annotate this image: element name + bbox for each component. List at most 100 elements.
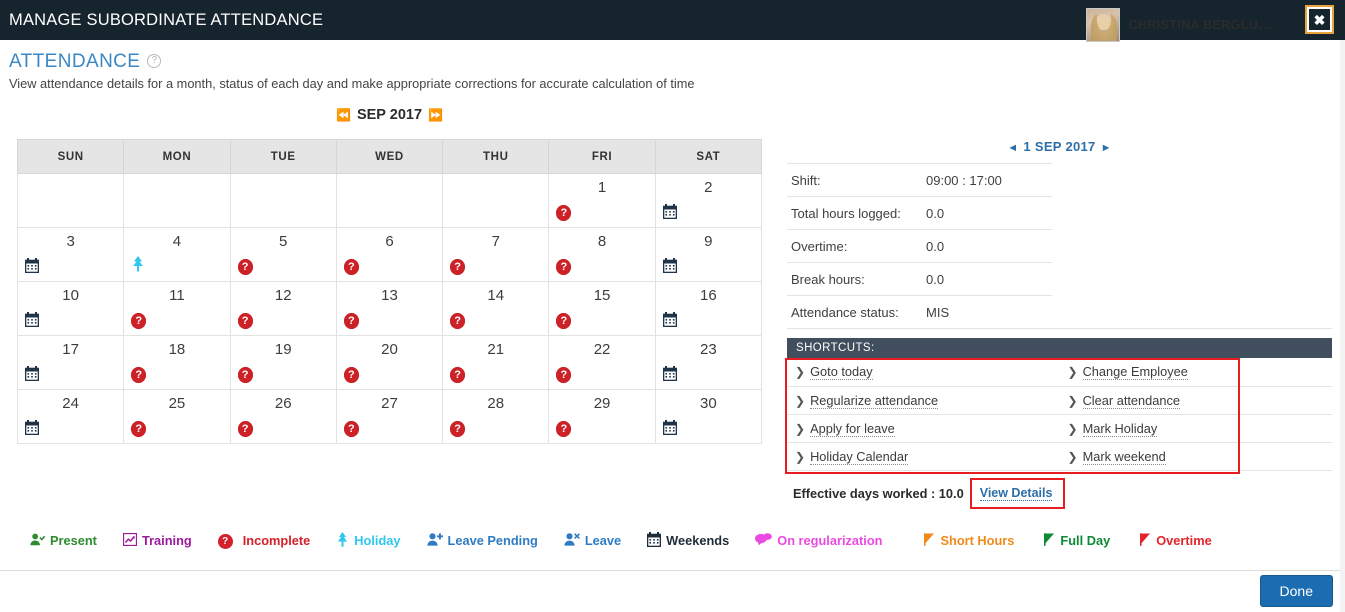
- shortcut-row: ❯ Apply for leave ❯ Mark Holiday: [787, 414, 1332, 443]
- legend-item-training[interactable]: Training: [122, 532, 192, 548]
- shortcut-item[interactable]: ❯ Apply for leave: [787, 414, 1060, 443]
- close-icon[interactable]: ✖: [1305, 5, 1334, 34]
- shortcut-label[interactable]: Holiday Calendar: [810, 448, 909, 465]
- calendar-day-cell[interactable]: 30: [654, 389, 763, 444]
- shortcut-label[interactable]: Goto today: [810, 364, 873, 381]
- flag-icon: [1044, 533, 1055, 548]
- calendar-cell-empty: [16, 173, 125, 228]
- calendar-day-cell[interactable]: 11?: [123, 281, 231, 336]
- legend-item-weekends[interactable]: Weekends: [646, 532, 729, 549]
- weekend-icon: [662, 258, 677, 275]
- shortcut-item[interactable]: ❯ Regularize attendance: [787, 386, 1060, 415]
- detail-key: Break hours:: [787, 262, 922, 296]
- calendar-day-cell[interactable]: 7?: [442, 227, 550, 282]
- calendar-day-number: 12: [274, 287, 292, 304]
- calendar-day-number: 23: [700, 341, 717, 358]
- prev-month-icon[interactable]: ⏪: [336, 108, 351, 122]
- help-icon[interactable]: ?: [147, 54, 162, 68]
- flag-icon: [924, 533, 935, 548]
- next-month-icon[interactable]: ⏩: [428, 108, 443, 122]
- legend-item-leave-pending[interactable]: Leave Pending: [426, 533, 538, 548]
- calendar-day-cell[interactable]: 12?: [229, 281, 337, 336]
- calendar-day-cell[interactable]: 8?: [548, 227, 656, 282]
- view-details-link[interactable]: View Details: [979, 485, 1053, 501]
- calendar-icon: [646, 532, 662, 549]
- calendar-day-cell[interactable]: 25?: [123, 389, 231, 444]
- legend-item-leave[interactable]: Leave: [564, 533, 621, 548]
- calendar-day-number: 27: [381, 395, 398, 412]
- shortcut-item[interactable]: ❯ Mark Holiday: [1059, 414, 1332, 443]
- calendar-day-cell[interactable]: 26?: [229, 389, 337, 444]
- shortcut-item[interactable]: ❯ Goto today: [787, 358, 1060, 387]
- vertical-scrollbar[interactable]: [1340, 40, 1345, 612]
- shortcut-item[interactable]: ❯ Clear attendance: [1059, 386, 1332, 415]
- calendar-day-cell[interactable]: 17: [16, 335, 125, 390]
- calendar-day-cell[interactable]: 13?: [335, 281, 444, 336]
- calendar-day-number: 5: [279, 233, 288, 250]
- shortcut-label[interactable]: Change Employee: [1082, 364, 1188, 381]
- calendar-day-cell[interactable]: 15?: [548, 281, 656, 336]
- day-navigation: ◄ 1 SEP 2017 ►: [787, 139, 1332, 163]
- calendar-day-number: 22: [593, 341, 611, 358]
- calendar-day-number: 17: [62, 341, 79, 358]
- legend-label: Short Hours: [940, 533, 1015, 548]
- calendar-day-cell[interactable]: 6?: [335, 227, 444, 282]
- prev-day-icon[interactable]: ◄: [1007, 142, 1018, 154]
- calendar-day-cell[interactable]: 29?: [548, 389, 656, 444]
- calendar-day-number: 11: [169, 287, 185, 304]
- calendar-day-cell[interactable]: 28?: [442, 389, 550, 444]
- calendar-day-cell[interactable]: 2: [654, 173, 763, 228]
- shortcut-label[interactable]: Regularize attendance: [810, 392, 939, 409]
- calendar-day-number: 1: [597, 179, 607, 196]
- calendar-day-cell[interactable]: 1?: [548, 173, 656, 228]
- shortcut-label[interactable]: Mark weekend: [1082, 448, 1166, 465]
- legend-item-short-hours[interactable]: Short Hours: [924, 533, 1014, 548]
- calendar-weekday-fri: FRI: [548, 139, 656, 174]
- page-header: ATTENDANCE? View attendance details for …: [0, 40, 1345, 91]
- calendar-weekday-sun: SUN: [16, 139, 125, 174]
- calendar-day-cell[interactable]: 24: [16, 389, 125, 444]
- page-title: ATTENDANCE: [9, 51, 141, 72]
- calendar-day-cell[interactable]: 4: [123, 227, 231, 282]
- next-day-icon[interactable]: ►: [1101, 142, 1112, 154]
- calendar-day-cell[interactable]: 21?: [442, 335, 550, 390]
- legend-item-on-regularization[interactable]: On regularization: [755, 533, 882, 548]
- detail-row: Attendance status: MIS: [787, 295, 1332, 329]
- calendar-week-row: 1? 2: [16, 173, 763, 228]
- person-x-icon: [564, 533, 580, 548]
- shortcut-item[interactable]: ❯ Mark weekend: [1059, 442, 1332, 471]
- shortcut-item[interactable]: ❯ Change Employee: [1059, 358, 1332, 387]
- calendar-day-cell[interactable]: 9: [654, 227, 763, 282]
- weekend-icon: [24, 420, 40, 437]
- detail-value: 0.0: [922, 196, 1052, 230]
- shortcut-label[interactable]: Clear attendance: [1082, 392, 1181, 409]
- done-button[interactable]: Done: [1259, 575, 1333, 607]
- shortcut-item[interactable]: ❯ Holiday Calendar: [787, 442, 1060, 471]
- legend-item-incomplete[interactable]: ? Incomplete: [217, 533, 310, 549]
- detail-row: Shift: 09:00 : 17:00: [787, 163, 1332, 197]
- calendar-day-number: 16: [700, 287, 717, 304]
- calendar-weekday-thu: THU: [442, 139, 550, 174]
- calendar-day-cell[interactable]: 16: [654, 281, 763, 336]
- legend-item-full-day[interactable]: Full Day: [1044, 533, 1110, 548]
- legend-item-overtime[interactable]: Overtime: [1140, 533, 1212, 548]
- flag-icon: [1140, 533, 1151, 548]
- incomplete-icon: ?: [556, 367, 572, 383]
- legend-item-holiday[interactable]: Holiday: [336, 532, 401, 549]
- calendar-day-cell[interactable]: 27?: [335, 389, 444, 444]
- shortcut-label[interactable]: Apply for leave: [810, 420, 895, 437]
- calendar-day-cell[interactable]: 10: [16, 281, 125, 336]
- shortcut-label[interactable]: Mark Holiday: [1082, 420, 1158, 437]
- calendar-day-cell[interactable]: 22?: [548, 335, 656, 390]
- legend-item-present[interactable]: Present: [30, 533, 97, 548]
- calendar-day-cell[interactable]: 20?: [335, 335, 444, 390]
- user-chip[interactable]: CHRISTINA BERGLU…: [1085, 8, 1271, 42]
- calendar-day-cell[interactable]: 3: [16, 227, 125, 282]
- calendar-day-cell[interactable]: 5?: [229, 227, 337, 282]
- calendar-day-cell[interactable]: 14?: [442, 281, 550, 336]
- calendar-day-cell[interactable]: 18?: [123, 335, 231, 390]
- detail-key: Attendance status:: [787, 295, 922, 329]
- calendar-day-cell[interactable]: 23: [654, 335, 763, 390]
- person-check-icon: [30, 533, 46, 548]
- calendar-day-cell[interactable]: 19?: [229, 335, 337, 390]
